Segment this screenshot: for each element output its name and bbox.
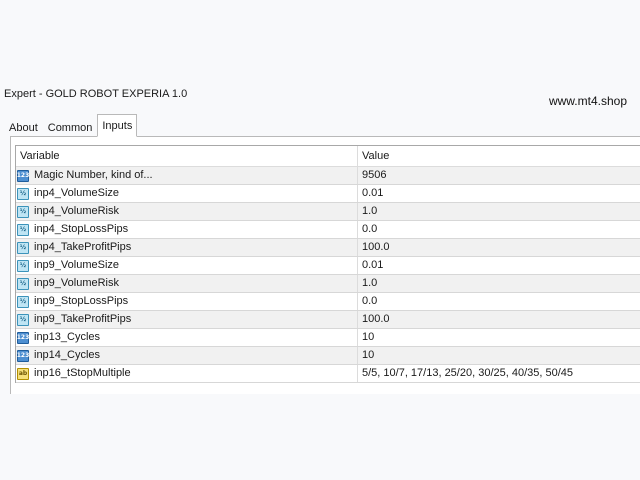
float-icon: ½ <box>17 241 29 254</box>
value-cell[interactable]: 5/5, 10/7, 17/13, 25/20, 30/25, 40/35, 5… <box>358 365 640 382</box>
value-cell[interactable]: 1.0 <box>358 275 640 292</box>
value-cell[interactable]: 9506 <box>358 167 640 184</box>
variable-cell: ½ inp4_TakeProfitPips <box>16 239 358 256</box>
inputs-table: Variable Value 123 Magic Number, kind of.… <box>15 145 640 383</box>
float-icon: ½ <box>17 205 29 218</box>
table-row[interactable]: ½ inp4_TakeProfitPips 100.0 <box>16 239 640 257</box>
watermark-text: www.mt4.shop <box>548 94 627 108</box>
tab-about[interactable]: About <box>4 117 43 137</box>
window-title: Expert - GOLD ROBOT EXPERIA 1.0 <box>4 88 188 100</box>
tab-bar: About Common Inputs <box>4 114 138 137</box>
column-header-value[interactable]: Value <box>358 146 640 166</box>
variable-cell: ½ inp9_TakeProfitPips <box>16 311 358 328</box>
variable-cell: ½ inp4_VolumeRisk <box>16 203 358 220</box>
value-cell[interactable]: 0.01 <box>358 185 640 202</box>
int-icon: 123 <box>17 169 29 182</box>
variable-name: inp4_VolumeRisk <box>34 205 119 217</box>
variable-cell: ½ inp9_VolumeSize <box>16 257 358 274</box>
variable-name: inp9_StopLossPips <box>34 295 129 307</box>
variable-cell: ½ inp9_VolumeRisk <box>16 275 358 292</box>
variable-name: inp4_StopLossPips <box>34 223 129 235</box>
table-row[interactable]: 123 inp13_Cycles 10 <box>16 329 640 347</box>
float-icon: ½ <box>17 277 29 290</box>
table-row[interactable]: ½ inp9_StopLossPips 0.0 <box>16 293 640 311</box>
tab-common[interactable]: Common <box>43 117 98 137</box>
int-icon: 123 <box>17 349 29 362</box>
table-row[interactable]: ½ inp9_TakeProfitPips 100.0 <box>16 311 640 329</box>
window-title-bar: Expert - GOLD ROBOT EXPERIA 1.0 <box>0 85 640 105</box>
value-cell[interactable]: 1.0 <box>358 203 640 220</box>
table-row[interactable]: ½ inp9_VolumeSize 0.01 <box>16 257 640 275</box>
variable-cell: 123 inp14_Cycles <box>16 347 358 364</box>
tab-inputs[interactable]: Inputs <box>97 114 138 137</box>
table-body: 123 Magic Number, kind of... 9506 ½ inp4_Vol… <box>16 167 640 383</box>
float-icon: ½ <box>17 295 29 308</box>
variable-name: inp13_Cycles <box>34 331 101 343</box>
float-icon: ½ <box>17 187 29 200</box>
variable-name: inp4_VolumeSize <box>34 187 120 199</box>
table-header: Variable Value <box>16 146 640 167</box>
table-row[interactable]: ½ inp4_StopLossPips 0.0 <box>16 221 640 239</box>
value-cell[interactable]: 0.0 <box>358 221 640 238</box>
value-cell[interactable]: 10 <box>358 329 640 346</box>
table-row[interactable]: ½ inp9_VolumeRisk 1.0 <box>16 275 640 293</box>
inputs-panel: Variable Value 123 Magic Number, kind of.… <box>10 136 640 394</box>
variable-cell: 123 inp13_Cycles <box>16 329 358 346</box>
variable-cell: ½ inp4_VolumeSize <box>16 185 358 202</box>
variable-cell: ½ inp4_StopLossPips <box>16 221 358 238</box>
variable-name: inp14_Cycles <box>34 349 101 361</box>
table-row[interactable]: 123 inp14_Cycles 10 <box>16 347 640 365</box>
string-icon: ab <box>17 367 29 380</box>
value-cell[interactable]: 100.0 <box>358 311 640 328</box>
table-row[interactable]: ½ inp4_VolumeSize 0.01 <box>16 185 640 203</box>
value-cell[interactable]: 0.0 <box>358 293 640 310</box>
float-icon: ½ <box>17 259 29 272</box>
float-icon: ½ <box>17 223 29 236</box>
table-row[interactable]: 123 Magic Number, kind of... 9506 <box>16 167 640 185</box>
variable-cell: ab inp16_tStopMultiple <box>16 365 358 382</box>
variable-name: Magic Number, kind of... <box>34 169 153 181</box>
variable-name: inp16_tStopMultiple <box>34 367 131 379</box>
float-icon: ½ <box>17 313 29 326</box>
value-cell[interactable]: 10 <box>358 347 640 364</box>
column-header-variable[interactable]: Variable <box>16 146 358 166</box>
variable-name: inp4_TakeProfitPips <box>34 241 132 253</box>
int-icon: 123 <box>17 331 29 344</box>
variable-name: inp9_TakeProfitPips <box>34 313 132 325</box>
variable-cell: ½ inp9_StopLossPips <box>16 293 358 310</box>
value-cell[interactable]: 100.0 <box>358 239 640 256</box>
value-cell[interactable]: 0.01 <box>358 257 640 274</box>
table-row[interactable]: ab inp16_tStopMultiple 5/5, 10/7, 17/13, 2… <box>16 365 640 383</box>
table-row[interactable]: ½ inp4_VolumeRisk 1.0 <box>16 203 640 221</box>
variable-cell: 123 Magic Number, kind of... <box>16 167 358 184</box>
variable-name: inp9_VolumeSize <box>34 259 120 271</box>
variable-name: inp9_VolumeRisk <box>34 277 119 289</box>
